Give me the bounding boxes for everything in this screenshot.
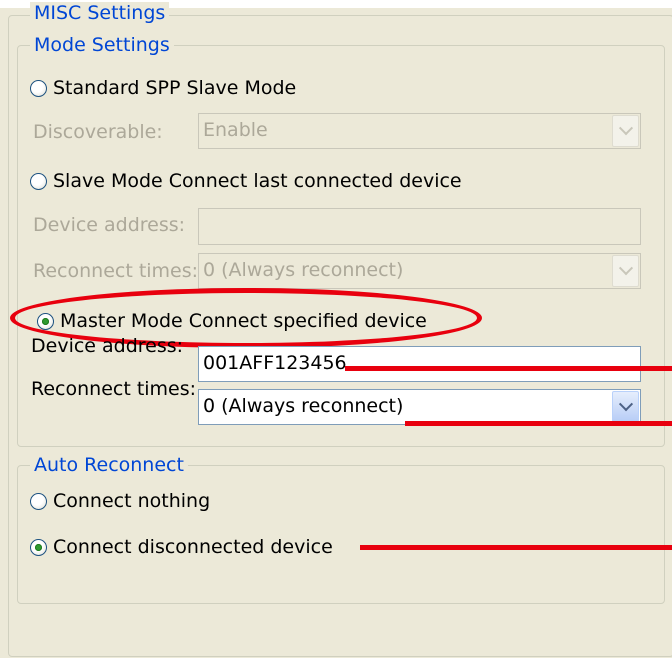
connect-disconnected-label: Connect disconnected device [53, 536, 333, 558]
slave-last-device-radio[interactable]: Slave Mode Connect last connected device [30, 169, 462, 193]
misc-settings-legend: MISC Settings [30, 2, 170, 24]
master-reconnect-label: Reconnect times: [31, 378, 197, 400]
chevron-down-icon[interactable] [612, 115, 639, 147]
radio-indicator [30, 172, 47, 190]
connect-disconnected-radio[interactable]: Connect disconnected device [30, 535, 333, 559]
master-reconnect-value: 0 (Always reconnect) [203, 395, 404, 417]
auto-reconnect-legend: Auto Reconnect [30, 454, 188, 476]
slave-reconnect-select[interactable]: 0 (Always reconnect) [198, 253, 641, 289]
mode-settings-legend: Mode Settings [30, 34, 174, 56]
slave-reconnect-value: 0 (Always reconnect) [203, 259, 404, 281]
annotation-line-reconnect-times [405, 421, 672, 426]
discoverable-value: Enable [203, 119, 268, 141]
connect-nothing-label: Connect nothing [53, 490, 211, 512]
discoverable-label: Discoverable: [33, 121, 163, 143]
radio-indicator [37, 312, 54, 330]
radio-indicator [30, 79, 47, 97]
master-device-address-label: Device address: [31, 335, 184, 357]
slave-device-address-field[interactable] [198, 208, 641, 245]
chevron-down-icon[interactable] [612, 255, 639, 287]
discoverable-select[interactable]: Enable [198, 113, 641, 149]
master-device-address-field[interactable]: 001AFF123456 [198, 346, 641, 382]
annotation-line-device-address [345, 366, 672, 371]
connect-nothing-radio[interactable]: Connect nothing [30, 489, 210, 513]
radio-indicator [30, 492, 47, 510]
master-mode-radio[interactable]: Master Mode Connect specified device [37, 309, 427, 333]
annotation-line-connect-disconnected [360, 545, 672, 550]
standard-spp-slave-radio[interactable]: Standard SPP Slave Mode [30, 76, 296, 100]
master-mode-label: Master Mode Connect specified device [60, 310, 427, 332]
slave-last-device-label: Slave Mode Connect last connected device [53, 170, 462, 192]
standard-spp-slave-label: Standard SPP Slave Mode [53, 77, 297, 99]
slave-device-address-label: Device address: [33, 214, 186, 236]
master-reconnect-select[interactable]: 0 (Always reconnect) [198, 389, 641, 425]
settings-panel: MISC Settings Mode Settings Standard SPP… [0, 2, 672, 658]
chevron-down-icon[interactable] [612, 391, 639, 423]
slave-reconnect-label: Reconnect times: [33, 260, 199, 282]
radio-indicator [30, 538, 47, 556]
